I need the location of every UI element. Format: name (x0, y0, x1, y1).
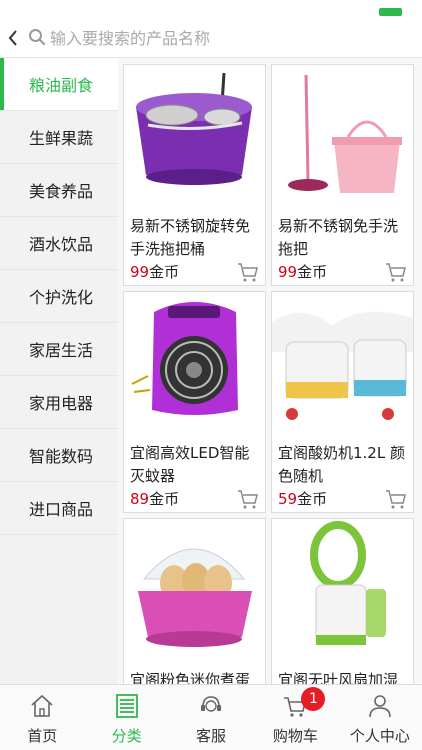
product-name: 易新不锈钢旋转免手洗拖把桶 (130, 217, 251, 258)
tab-label: 分类 (111, 727, 142, 745)
sidebar-item-food-supplements[interactable]: 美食养品 (0, 164, 118, 217)
add-to-cart-icon[interactable] (237, 488, 259, 510)
yogurt-maker-image (272, 292, 413, 440)
sidebar-item-grain-oil[interactable]: 粮油副食 (0, 58, 118, 111)
sidebar-item-label: 美食养品 (29, 182, 94, 201)
search-input[interactable] (50, 24, 410, 52)
spin-mop-bucket-image (124, 65, 265, 213)
home-icon (31, 694, 53, 717)
user-icon (369, 695, 391, 718)
price-value: 99 (278, 263, 298, 281)
battery-icon (379, 8, 402, 16)
product-price: 59金币 (278, 488, 327, 509)
egg-boiler-image (124, 519, 265, 667)
product-name: 宜阁粉色迷你煮蛋 (130, 671, 251, 684)
add-to-cart-icon[interactable] (385, 488, 407, 510)
price-unit: 金币 (297, 263, 328, 281)
tab-home[interactable]: 首页 (0, 685, 84, 750)
product-name: 易新不锈钢免手洗拖把 (278, 217, 399, 258)
add-to-cart-icon[interactable] (237, 261, 259, 283)
sidebar-item-label: 家用电器 (29, 394, 94, 413)
tab-label: 购物车 (272, 727, 318, 745)
price-value: 59 (278, 490, 298, 508)
tab-label: 首页 (27, 727, 58, 745)
product-name: 宜阁酸奶机1.2L 颜色随机 (278, 444, 405, 485)
sidebar-item-label: 生鲜果蔬 (29, 129, 94, 148)
sidebar-item-imported[interactable]: 进口商品 (0, 482, 118, 535)
product-price: 99金币 (130, 261, 179, 282)
tab-label: 个人中心 (349, 727, 410, 745)
sidebar-item-appliances[interactable]: 家用电器 (0, 376, 118, 429)
sidebar-item-drinks[interactable]: 酒水饮品 (0, 217, 118, 270)
product-grid: 易新不锈钢旋转免手洗拖把桶 99金币 易新不锈钢免手洗拖把 99金币 宜阁高效L… (118, 58, 422, 684)
sidebar-item-label: 家居生活 (29, 341, 94, 360)
sidebar-item-label: 个护洗化 (29, 288, 94, 307)
status-bar (0, 0, 422, 20)
product-card[interactable]: 宜阁无叶风扇加湿 (271, 518, 414, 684)
search-icon (29, 29, 46, 46)
price-unit: 金币 (149, 263, 180, 281)
sidebar-item-digital[interactable]: 智能数码 (0, 429, 118, 482)
sidebar-item-label: 粮油副食 (29, 76, 94, 95)
price-unit: 金币 (149, 490, 180, 508)
tab-cart[interactable]: 1 购物车 (253, 685, 337, 750)
product-card[interactable]: 宜阁高效LED智能灭蚊器 89金币 (123, 291, 266, 513)
sidebar-item-label: 智能数码 (29, 447, 94, 466)
sidebar-item-home-living[interactable]: 家居生活 (0, 323, 118, 376)
tab-profile[interactable]: 个人中心 (338, 685, 422, 750)
product-card[interactable]: 易新不锈钢免手洗拖把 99金币 (271, 64, 414, 286)
customer-service-icon (201, 696, 222, 712)
product-card[interactable]: 宜阁粉色迷你煮蛋 (123, 518, 266, 684)
bladeless-humidifier-image (272, 519, 413, 667)
price-value: 89 (130, 490, 150, 508)
search-header (0, 20, 422, 58)
product-card[interactable]: 宜阁酸奶机1.2L 颜色随机 59金币 (271, 291, 414, 513)
product-price: 89金币 (130, 488, 179, 509)
sidebar-item-label: 酒水饮品 (29, 235, 94, 254)
mosquito-killer-image (124, 292, 265, 440)
product-name: 宜阁高效LED智能灭蚊器 (130, 444, 250, 485)
sidebar-item-personal-care[interactable]: 个护洗化 (0, 270, 118, 323)
sidebar-item-fresh-produce[interactable]: 生鲜果蔬 (0, 111, 118, 164)
tab-customer-service[interactable]: 客服 (169, 685, 253, 750)
cart-count-badge: 1 (301, 687, 326, 711)
price-unit: 金币 (297, 490, 328, 508)
category-sidebar: 粮油副食 生鲜果蔬 美食养品 酒水饮品 个护洗化 家居生活 家用电器 智能数码 … (0, 58, 118, 684)
price-value: 99 (130, 263, 150, 281)
back-button[interactable] (2, 26, 24, 50)
product-name: 宜阁无叶风扇加湿 (278, 671, 399, 684)
chevron-left-icon (8, 30, 17, 46)
product-card[interactable]: 易新不锈钢旋转免手洗拖把桶 99金币 (123, 64, 266, 286)
add-to-cart-icon[interactable] (385, 261, 407, 283)
bottom-tab-bar: 首页 分类 客服 1 购物车 个人中心 (0, 684, 422, 750)
product-price: 99金币 (278, 261, 327, 282)
sidebar-item-label: 进口商品 (29, 500, 94, 519)
mop-and-bucket-image (272, 65, 413, 213)
tab-category[interactable]: 分类 (84, 685, 168, 750)
category-list-icon (115, 694, 138, 718)
tab-label: 客服 (196, 727, 227, 745)
